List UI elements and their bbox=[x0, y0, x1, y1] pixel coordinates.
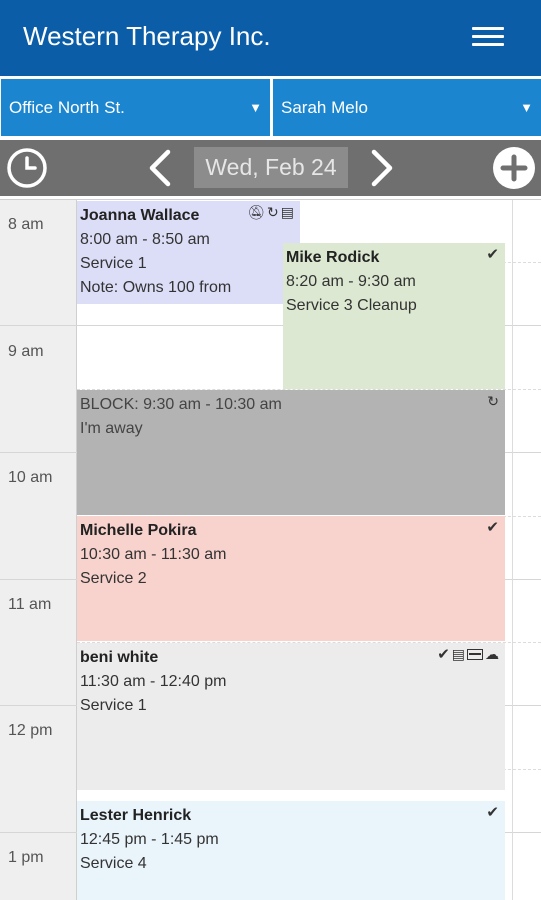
appointment-service: Service 2 bbox=[80, 570, 147, 587]
add-appointment-icon[interactable] bbox=[491, 145, 537, 191]
appointment-status-icons: ✔ bbox=[484, 245, 499, 264]
app-title: Western Therapy Inc. bbox=[23, 21, 271, 51]
appointment-time: 11:30 am - 12:40 pm bbox=[80, 673, 227, 690]
chevron-left-icon[interactable] bbox=[140, 145, 180, 191]
client-name: Lester Henrick bbox=[80, 807, 192, 824]
hour-label: 8 am bbox=[8, 216, 44, 233]
appointment-status-icons: 🔕︎ ↻ ▤ bbox=[245, 203, 294, 221]
check-icon: ✔ bbox=[437, 646, 450, 663]
clock-icon[interactable] bbox=[4, 145, 50, 191]
hour-label: 9 am bbox=[8, 343, 44, 360]
appointment-card[interactable]: Joanna Wallace 8:00 am - 8:50 am Service… bbox=[77, 201, 300, 304]
client-name: Mike Rodick bbox=[286, 249, 380, 266]
bell-off-icon: 🔕︎ bbox=[247, 204, 266, 220]
current-date[interactable]: Wed, Feb 24 bbox=[194, 147, 348, 188]
location-value: Office North St. bbox=[9, 98, 125, 117]
appointment-time: 8:20 am - 9:30 am bbox=[286, 273, 416, 290]
block-note: I'm away bbox=[80, 420, 143, 437]
grid-right-border bbox=[512, 200, 513, 900]
hamburger-menu-icon[interactable] bbox=[466, 22, 510, 52]
appointment-service: Service 1 bbox=[80, 255, 147, 272]
date-navigation-bar: Wed, Feb 24 bbox=[0, 140, 541, 196]
appointment-time: 8:00 am - 8:50 am bbox=[80, 231, 210, 248]
time-column bbox=[0, 200, 77, 900]
app-bar: Western Therapy Inc. bbox=[0, 0, 541, 76]
appointment-card[interactable]: Lester Henrick 12:45 pm - 1:45 pm Servic… bbox=[77, 801, 505, 900]
check-icon: ✔ bbox=[486, 519, 499, 536]
staff-dropdown[interactable]: Sarah Melo ▼ bbox=[273, 79, 541, 136]
check-icon: ✔ bbox=[486, 246, 499, 263]
appointment-status-icons: ✔ bbox=[484, 518, 499, 537]
chevron-right-icon[interactable] bbox=[362, 145, 402, 191]
notes-icon: ▤ bbox=[451, 646, 465, 662]
appointment-note: Note: Owns 100 from bbox=[80, 279, 232, 296]
appointment-service: Service 4 bbox=[80, 855, 147, 872]
location-dropdown[interactable]: Office North St. ▼ bbox=[1, 79, 270, 136]
appointment-service: Service 3 Cleanup bbox=[286, 297, 417, 314]
appointment-card[interactable]: beni white 11:30 am - 12:40 pm Service 1… bbox=[77, 643, 505, 790]
appointment-card[interactable]: Michelle Pokira 10:30 am - 11:30 am Serv… bbox=[77, 516, 505, 641]
hour-label: 12 pm bbox=[8, 722, 53, 739]
staff-value: Sarah Melo bbox=[281, 98, 368, 117]
recurring-icon: ↻ bbox=[267, 204, 279, 220]
hour-label: 11 am bbox=[8, 596, 52, 613]
blocked-time-card[interactable]: BLOCK: 9:30 am - 10:30 am I'm away ↻ bbox=[77, 390, 505, 515]
appointment-service: Service 1 bbox=[80, 697, 147, 714]
dropdown-arrow-icon: ▼ bbox=[520, 100, 533, 115]
appointment-status-icons: ✔ bbox=[484, 803, 499, 822]
hour-label: 1 pm bbox=[8, 849, 44, 866]
cloud-icon: ☁ bbox=[485, 646, 499, 662]
notes-icon: ▤ bbox=[280, 204, 294, 220]
appointment-status-icons: ✔ ▤ ☁ bbox=[435, 645, 499, 664]
appointment-time: 10:30 am - 11:30 am bbox=[80, 546, 227, 563]
card-icon bbox=[467, 649, 483, 660]
block-title: BLOCK: 9:30 am - 10:30 am bbox=[80, 396, 282, 413]
client-name: Michelle Pokira bbox=[80, 522, 197, 539]
grid-top-border bbox=[0, 199, 541, 200]
appointment-card[interactable]: Mike Rodick 8:20 am - 9:30 am Service 3 … bbox=[283, 243, 505, 389]
appointment-status-icons: ↻ bbox=[485, 392, 499, 410]
appointment-time: 12:45 pm - 1:45 pm bbox=[80, 831, 219, 848]
recurring-icon: ↻ bbox=[487, 393, 499, 409]
check-icon: ✔ bbox=[486, 804, 499, 821]
hour-label: 10 am bbox=[8, 469, 53, 486]
dropdown-arrow-icon: ▼ bbox=[249, 100, 262, 115]
